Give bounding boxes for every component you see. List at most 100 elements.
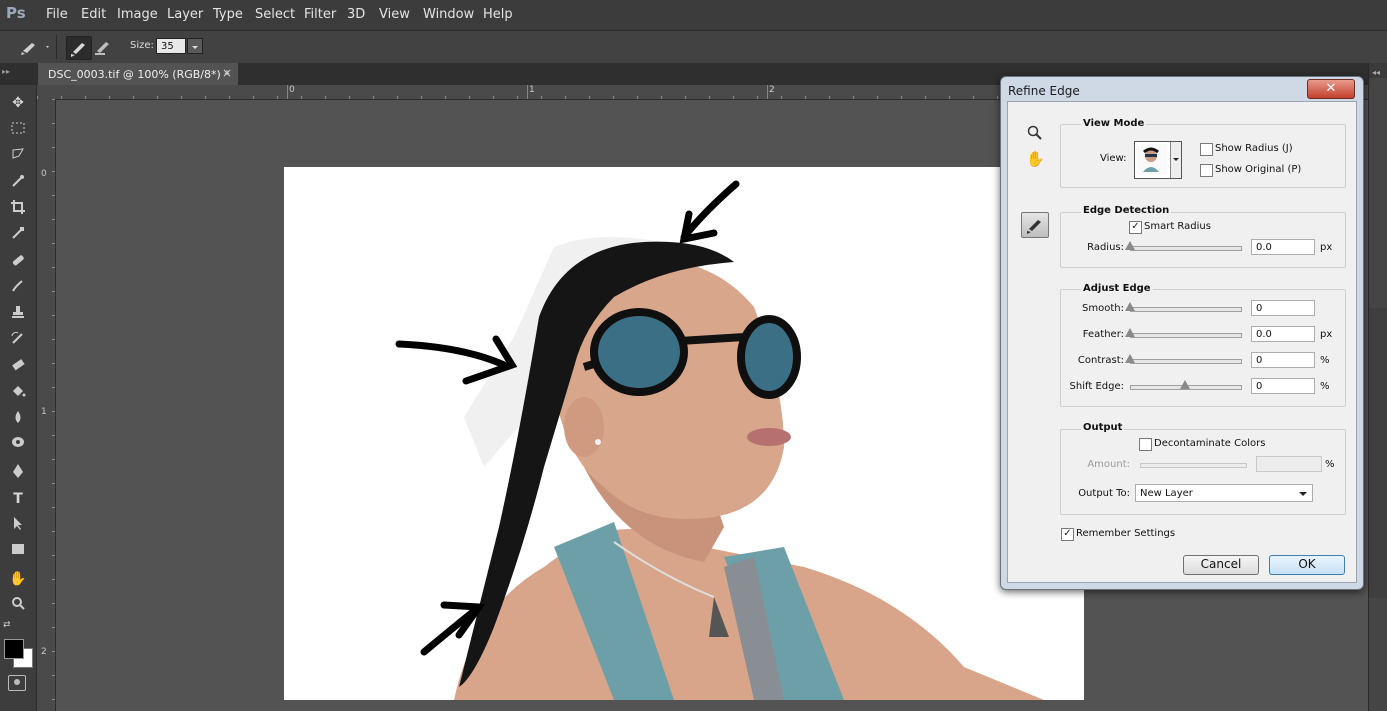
smart-radius-checkbox[interactable]: ✓ [1129,221,1142,234]
vertical-ruler: 0 1 2 [37,99,56,711]
decontaminate-colors-label: Decontaminate Colors [1154,438,1266,449]
amount-label: Amount: [1087,459,1130,470]
crop-tool-icon[interactable] [7,199,29,219]
refine-radius-tool-button[interactable] [1021,212,1049,238]
cancel-button[interactable]: Cancel [1183,555,1259,575]
eraser-tool-icon[interactable] [7,357,29,377]
path-selection-tool-icon[interactable] [7,515,29,535]
radius-slider[interactable] [1130,246,1242,251]
radius-slider-thumb[interactable] [1125,241,1135,250]
healing-brush-tool-icon[interactable] [7,252,29,272]
collapse-icon[interactable]: ◂◂ [1372,68,1380,77]
menu-filter[interactable]: Filter [304,7,336,22]
zoom-icon[interactable] [1026,124,1044,146]
paint-bucket-tool-icon[interactable] [7,383,29,403]
collapse-icon[interactable]: ▸▸ [2,67,10,76]
marquee-tool-icon[interactable] [7,120,29,140]
amount-slider [1140,463,1247,468]
ruler-tick-label: 0 [41,169,47,179]
show-radius-checkbox[interactable] [1200,143,1213,156]
output-to-label: Output To: [1078,488,1130,499]
dialog-title: Refine Edge [1008,84,1080,98]
menu-select[interactable]: Select [255,7,295,22]
document-tab[interactable]: DSC_0003.tif @ 100% (RGB/8*) * × [38,63,238,85]
history-brush-tool-icon[interactable] [7,330,29,350]
document-tab-title: DSC_0003.tif @ 100% (RGB/8*) * [48,68,230,81]
close-tab-icon[interactable]: × [222,66,232,80]
menu-image[interactable]: Image [117,7,158,22]
document-canvas[interactable] [284,167,1084,700]
size-input[interactable]: 35 [156,38,186,54]
quick-selection-tool-icon[interactable] [7,173,29,193]
refine-radius-icon [71,43,85,57]
menu-edit[interactable]: Edit [81,7,106,22]
smooth-slider[interactable] [1130,307,1242,312]
feather-input[interactable]: 0.0 [1251,326,1315,342]
move-tool-icon[interactable]: ✥ [7,93,29,113]
menu-help[interactable]: Help [483,7,513,22]
show-original-checkbox[interactable] [1200,164,1213,177]
refine-radius-tool-button[interactable] [66,36,92,60]
ruler-tick-label: 1 [529,85,535,95]
smooth-input[interactable]: 0 [1251,300,1315,316]
feather-slider-thumb[interactable] [1125,328,1135,337]
view-mode-picker[interactable] [1134,141,1182,179]
menu-type[interactable]: Type [213,7,243,22]
panel-group[interactable] [1369,78,1387,309]
radius-input[interactable]: 0.0 [1251,239,1315,255]
output-to-select[interactable]: New Layer [1135,484,1313,502]
foreground-color-swatch[interactable] [4,639,24,659]
contrast-slider-thumb[interactable] [1125,354,1135,363]
pen-tool-icon[interactable] [7,463,29,483]
clone-stamp-tool-icon[interactable] [7,304,29,324]
eyedropper-tool-icon[interactable] [7,225,29,245]
panel-group[interactable] [1369,308,1387,599]
chevron-down-icon [192,46,198,49]
menu-bar: Ps File Edit Image Layer Type Select Fil… [0,0,1387,30]
lasso-tool-icon[interactable] [7,146,29,166]
size-dropdown-button[interactable] [187,38,203,54]
smooth-slider-thumb[interactable] [1125,302,1135,311]
menu-window[interactable]: Window [423,7,474,22]
smart-radius-label: Smart Radius [1144,221,1211,232]
view-label: View: [1100,153,1127,164]
swap-colors-icon[interactable]: ⇄ [3,620,11,630]
smooth-label: Smooth: [1082,303,1124,314]
remember-settings-label: Remember Settings [1076,528,1176,539]
dodge-tool-icon[interactable] [7,435,29,455]
menu-layer[interactable]: Layer [167,7,203,22]
options-bar: Size: 35 [0,30,1387,64]
remember-settings-checkbox[interactable]: ✓ [1061,528,1074,541]
view-mode-dropdown-arrow[interactable] [1170,142,1181,178]
brush-tool-icon[interactable] [7,278,29,298]
edge-detection-title: Edge Detection [1081,205,1172,216]
contrast-input[interactable]: 0 [1251,352,1315,368]
menu-view[interactable]: View [379,7,410,22]
ruler-tick-label: 0 [289,85,295,95]
show-radius-label: Show Radius (J) [1215,143,1293,154]
tool-preset-picker[interactable] [18,36,49,58]
panel-group[interactable] [1369,598,1387,711]
type-tool-icon[interactable]: T [7,489,29,509]
close-button[interactable]: ✕ [1307,79,1355,99]
quick-mask-icon[interactable] [8,675,26,691]
contrast-slider[interactable] [1130,359,1242,364]
shift-edge-input[interactable]: 0 [1251,378,1315,394]
chevron-down-icon [1299,492,1307,496]
rectangle-tool-icon[interactable] [7,541,29,561]
amount-unit: % [1325,459,1335,470]
shift-edge-slider-thumb[interactable] [1180,380,1190,389]
ruler-tick-label: 1 [41,407,47,417]
erase-refinements-icon [95,42,109,55]
show-original-label: Show Original (P) [1215,164,1302,175]
menu-3d[interactable]: 3D [347,7,365,22]
menu-file[interactable]: File [46,7,68,22]
erase-refinements-tool-button[interactable] [92,36,116,58]
feather-slider[interactable] [1130,333,1242,338]
hand-icon[interactable]: ✋ [1026,150,1045,168]
blur-tool-icon[interactable] [7,409,29,429]
ok-button[interactable]: OK [1269,555,1345,575]
decontaminate-colors-checkbox[interactable] [1139,438,1152,451]
hand-tool-icon[interactable]: ✋ [7,569,29,589]
zoom-tool-icon[interactable] [7,595,29,615]
